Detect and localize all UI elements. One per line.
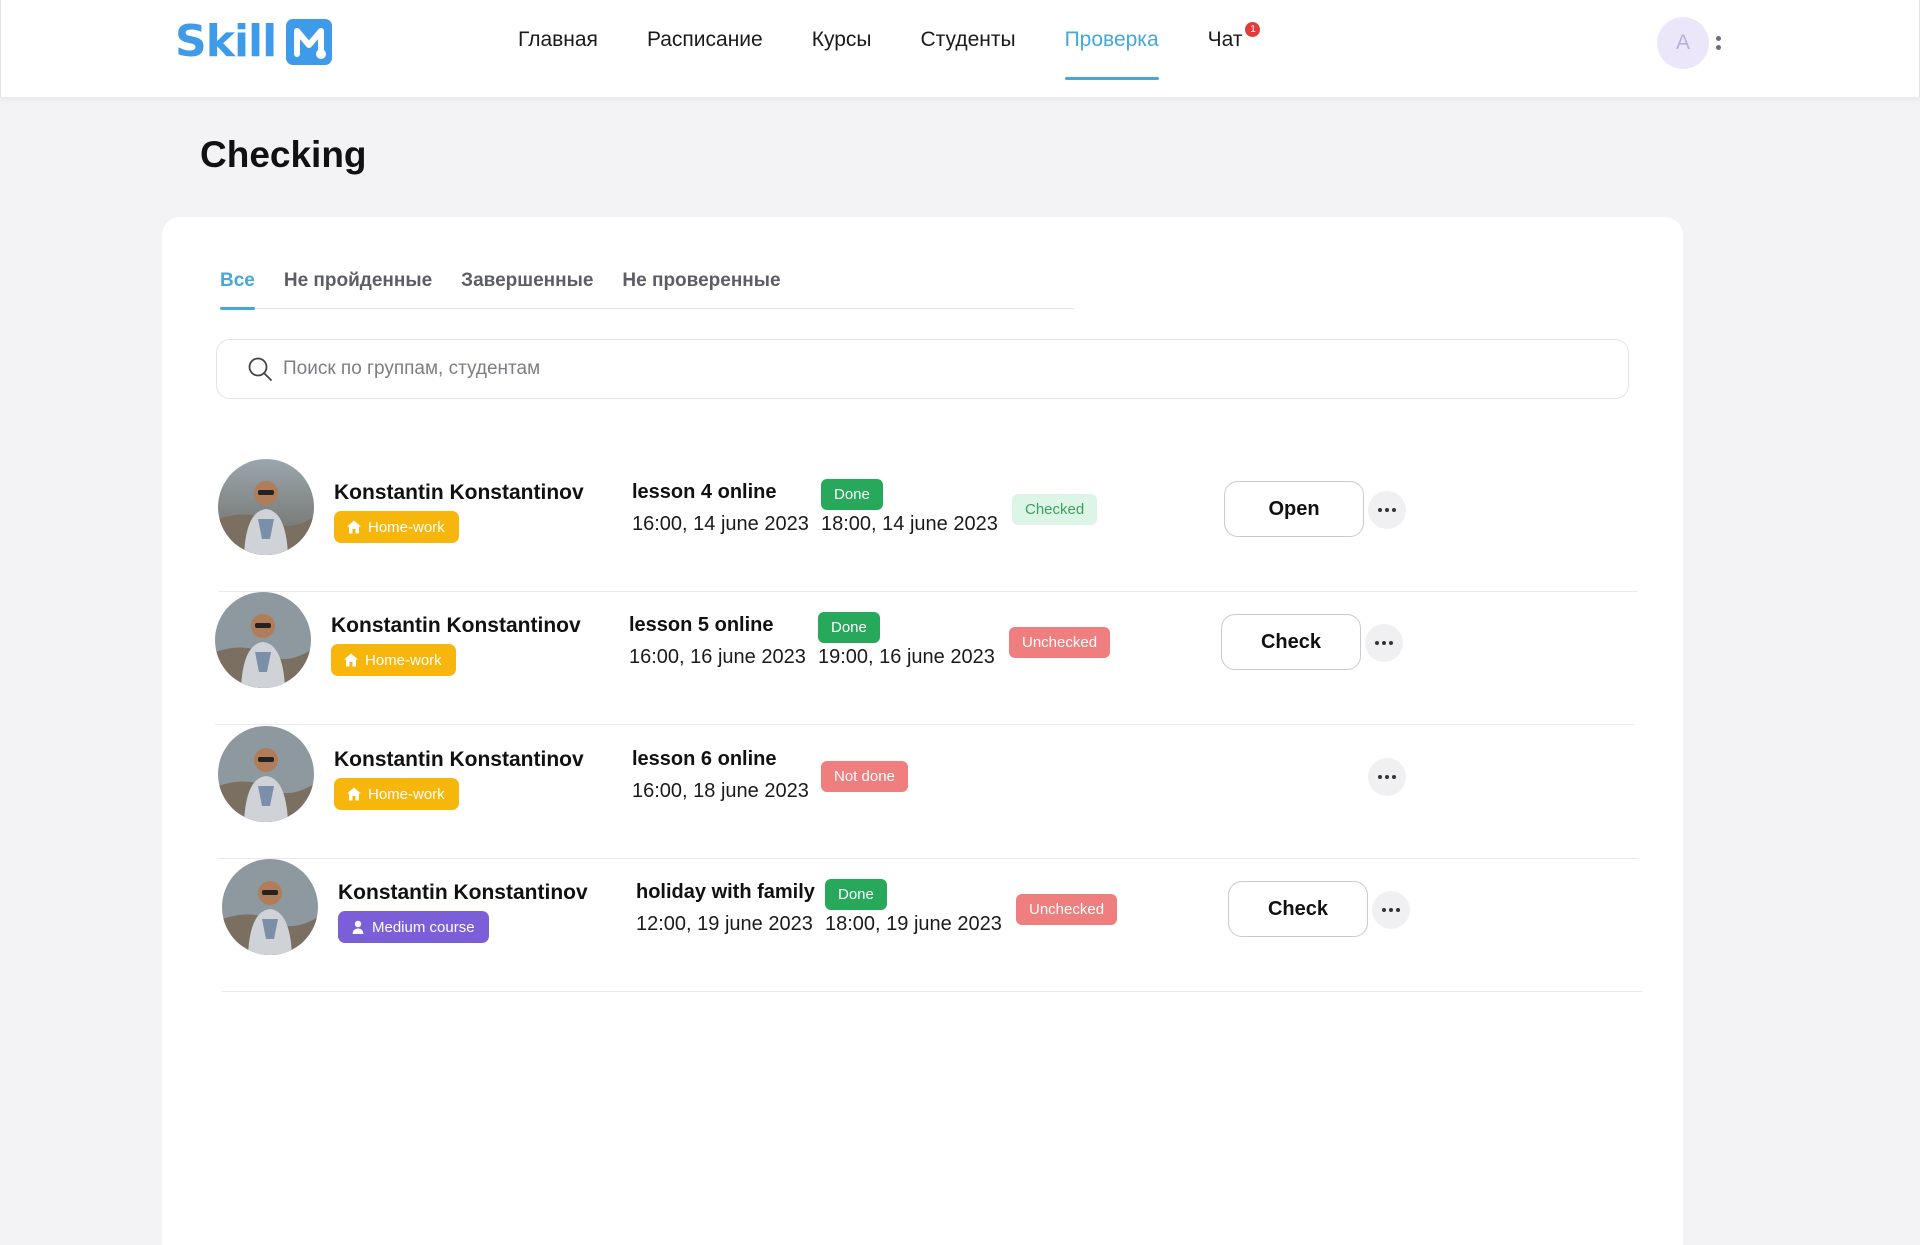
checking-card: Все Не пройденные Завершенные Не провере… [162,217,1683,1245]
lesson-title: lesson 6 online [632,748,777,770]
logo-text: Skill [175,16,277,67]
home-icon [347,520,361,534]
open-button[interactable]: Open [1224,481,1364,537]
student-avatar [222,859,318,955]
lesson-time: 16:00, 18 june 2023 [632,780,809,802]
nav-item-chat[interactable]: Чат 1 [1207,0,1261,80]
lesson-time: 16:00, 16 june 2023 [629,646,806,668]
table-row[interactable]: Konstantin Konstantinov Home-work lesson… [218,726,1638,859]
user-menu-kebab-icon[interactable] [1716,36,1722,52]
tab-all[interactable]: Все [220,253,255,310]
tag-label: Home-work [365,651,442,669]
nav-item-home[interactable]: Главная [518,0,598,80]
check-status-badge: Checked [1012,494,1098,525]
tag-label: Home-work [368,518,445,536]
student-avatar [218,726,314,822]
lesson-time: 16:00, 14 june 2023 [632,513,809,535]
tab-not-checked[interactable]: Не проверенные [622,253,780,309]
filter-tabs: Все Не пройденные Завершенные Не провере… [220,253,1074,310]
logo-badge-icon [286,19,333,65]
more-options-icon[interactable] [1368,491,1406,529]
homework-tag: Home-work [334,778,459,810]
home-icon [344,653,358,667]
nav-item-label: Чат [1207,28,1243,51]
done-time: 18:00, 14 june 2023 [821,513,998,535]
nav-item-checking[interactable]: Проверка [1064,0,1159,80]
lesson-title: holiday with family [636,881,815,903]
page-title: Checking [200,134,367,175]
lesson-title: lesson 4 online [632,481,777,503]
check-button[interactable]: Check [1221,614,1361,670]
lesson-title: lesson 5 online [629,614,774,636]
more-options-icon[interactable] [1368,758,1406,796]
check-status-badge: Unchecked [1016,894,1118,925]
table-row[interactable]: Konstantin Konstantinov Home-work lesson… [218,459,1638,592]
home-icon [347,787,361,801]
user-avatar[interactable]: A [1657,17,1709,69]
student-name: Konstantin Konstantinov [334,481,584,504]
check-status-badge: Unchecked [1009,627,1111,658]
tag-label: Medium course [372,918,475,936]
logo[interactable]: Skill [175,16,333,67]
nav-item-schedule[interactable]: Расписание [647,0,763,80]
done-time: 19:00, 16 june 2023 [818,646,995,668]
done-time: 18:00, 19 june 2023 [825,913,1002,935]
more-options-icon[interactable] [1372,891,1410,929]
status-badge: Not done [821,761,908,792]
search-box [216,339,1629,399]
more-options-icon[interactable] [1365,624,1403,662]
student-avatar [218,459,314,555]
nav-item-courses[interactable]: Курсы [812,0,872,80]
status-badge: Done [825,879,887,910]
nav-item-label: Расписание [646,28,763,51]
search-icon [248,357,272,381]
main-nav: Главная Расписание Курсы Студенты Провер… [518,0,1291,97]
homework-tag: Home-work [334,511,459,543]
search-input[interactable] [283,358,1583,380]
tag-label: Home-work [368,785,445,803]
homework-tag: Home-work [331,644,456,676]
status-badge: Done [818,612,880,643]
top-header: Skill Главная Расписание Курсы Студенты … [0,0,1920,97]
nav-item-students[interactable]: Студенты [921,0,1016,80]
student-avatar [215,592,311,688]
nav-item-label: Главная [518,28,598,51]
nav-item-label: Студенты [920,28,1016,51]
student-name: Konstantin Konstantinov [331,614,581,637]
table-row[interactable]: Konstantin Konstantinov Medium course ho… [222,859,1642,992]
tab-completed[interactable]: Завершенные [461,253,593,309]
lesson-time: 12:00, 19 june 2023 [636,913,813,935]
graduate-icon [352,920,364,934]
status-badge: Done [821,479,883,510]
nav-item-label: Курсы [811,28,872,51]
check-button[interactable]: Check [1228,881,1368,937]
table-row[interactable]: Konstantin Konstantinov Home-work lesson… [215,592,1635,725]
tab-not-passed[interactable]: Не пройденные [284,253,432,309]
student-name: Konstantin Konstantinov [338,881,588,904]
course-tag: Medium course [338,911,489,943]
chat-notification-badge: 1 [1245,22,1261,37]
student-name: Konstantin Konstantinov [334,748,584,771]
nav-item-label: Проверка [1064,28,1159,51]
